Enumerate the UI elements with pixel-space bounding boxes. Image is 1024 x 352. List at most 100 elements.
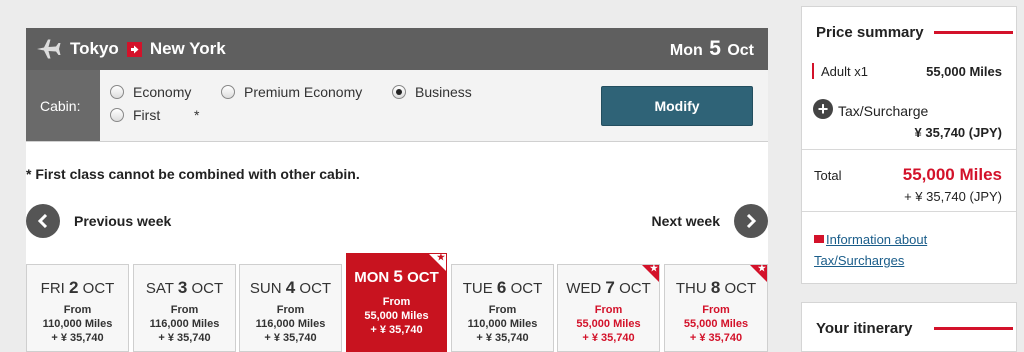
- day-card[interactable]: SAT 3 OCT From 116,000 Miles + ¥ 35,740: [133, 264, 236, 352]
- adult-label: Adult x1: [821, 64, 868, 79]
- tax-info-link-text[interactable]: Information about Tax/Surcharges: [814, 232, 927, 268]
- total-label: Total: [814, 168, 842, 183]
- route-header: Tokyo New York Mon 5 Oct: [26, 28, 768, 70]
- divider: [802, 149, 1016, 150]
- radio-label: Premium Economy: [244, 84, 363, 100]
- star-icon: ★: [436, 252, 445, 262]
- day-number: 8: [710, 278, 721, 297]
- day-weekday: SAT: [145, 280, 174, 297]
- day-card-selected[interactable]: ★ MON 5 OCT From 55,000 Miles + ¥ 35,740: [346, 252, 447, 352]
- fare-tax: + ¥ 35,740: [264, 332, 317, 344]
- cabin-selector: Cabin: Economy Premium Economy Business …: [26, 70, 768, 142]
- tax-label: Tax/Surcharge: [838, 103, 929, 119]
- destination-city: New York: [149, 39, 226, 58]
- day-month: OCT: [299, 280, 332, 297]
- fare-miles: 55,000 Miles: [683, 318, 749, 330]
- fare-from: From: [594, 304, 623, 316]
- day-number: 2: [69, 278, 79, 297]
- day-weekday: THU: [675, 280, 707, 297]
- day-card[interactable]: FRI 2 OCT From 110,000 Miles + ¥ 35,740: [26, 264, 129, 352]
- route-arrow-icon: [126, 41, 142, 57]
- fare-from: From: [276, 304, 305, 316]
- day-card[interactable]: TUE 6 OCT From 110,000 Miles + ¥ 35,740: [451, 264, 554, 352]
- previous-week-link[interactable]: Previous week: [26, 204, 171, 238]
- itinerary-panel: Your itinerary: [801, 302, 1017, 352]
- day-weekday: WED: [566, 280, 602, 297]
- fare-from: From: [63, 304, 92, 316]
- route-date: Mon 5 Oct: [670, 37, 754, 61]
- previous-week-label[interactable]: Previous week: [74, 213, 171, 229]
- fare-from: From: [382, 296, 411, 308]
- total-tax: + ¥ 35,740 (JPY): [904, 189, 1002, 204]
- first-class-asterisk: *: [194, 107, 200, 123]
- day-month: OCT: [724, 280, 757, 297]
- day-card[interactable]: ★ THU 8 OCT From 55,000 Miles + ¥ 35,740: [664, 263, 768, 352]
- radio-first[interactable]: First: [110, 107, 160, 123]
- itinerary-title: Your itinerary: [816, 320, 917, 337]
- radio-economy[interactable]: Economy: [110, 84, 191, 100]
- radio-dot[interactable]: [110, 108, 124, 122]
- fare-miles: 116,000 Miles: [149, 318, 220, 330]
- route-weekday: Mon: [669, 42, 703, 59]
- cabin-label: Cabin:: [26, 70, 100, 141]
- radio-label: First: [133, 107, 161, 123]
- fare-tax: + ¥ 35,740: [370, 324, 423, 336]
- adult-miles: 55,000 Miles: [926, 64, 1002, 79]
- origin-city: Tokyo: [70, 39, 119, 58]
- fare-miles: 55,000 Miles: [576, 318, 641, 330]
- fare-miles: 55,000 Miles: [364, 310, 429, 322]
- fare-miles: 116,000 Miles: [255, 318, 326, 330]
- total-miles: 55,000 Miles: [902, 165, 1002, 184]
- day-number: 5: [393, 267, 403, 286]
- price-summary-panel: Price summary Adult x1 55,000 Miles + Ta…: [801, 6, 1017, 284]
- day-number: 6: [496, 278, 507, 297]
- price-summary-title: Price summary: [816, 24, 928, 41]
- day-card[interactable]: SUN 4 OCT From 116,000 Miles + ¥ 35,740: [239, 264, 342, 352]
- fare-from: From: [488, 304, 517, 316]
- plus-icon[interactable]: +: [813, 99, 833, 119]
- radio-dot-selected[interactable]: [392, 85, 406, 99]
- title-accent-line: [934, 31, 1013, 34]
- tax-value: ¥ 35,740 (JPY): [914, 125, 1002, 140]
- route-month: Oct: [727, 42, 754, 59]
- first-class-note: * First class cannot be combined with ot…: [26, 166, 360, 182]
- next-week-link[interactable]: Next week: [652, 204, 768, 238]
- fare-from: From: [170, 304, 199, 316]
- day-number: 4: [285, 278, 296, 297]
- radio-label: Business: [415, 84, 472, 100]
- day-weekday: FRI: [40, 280, 65, 297]
- day-number: 7: [605, 278, 615, 297]
- fare-miles: 110,000 Miles: [42, 318, 113, 330]
- star-icon: ★: [649, 263, 658, 273]
- adult-marker: [812, 63, 814, 79]
- day-weekday: MON: [354, 269, 390, 286]
- fare-from: From: [702, 304, 730, 316]
- fare-miles: 110,000 Miles: [467, 318, 538, 330]
- day-month: OCT: [82, 280, 115, 297]
- day-month: OCT: [619, 280, 651, 297]
- modify-button[interactable]: Modify: [601, 86, 753, 126]
- tax-info-link[interactable]: Information about Tax/Surcharges: [814, 229, 950, 271]
- radio-premium-economy[interactable]: Premium Economy: [221, 84, 362, 100]
- day-month: OCT: [407, 269, 439, 286]
- route-day: 5: [709, 37, 721, 60]
- fare-tax: + ¥ 35,740: [51, 332, 104, 344]
- fare-tax: + ¥ 35,740: [582, 332, 635, 344]
- day-weekday: TUE: [462, 280, 493, 297]
- day-weekday: SUN: [249, 280, 282, 297]
- day-number: 3: [177, 278, 188, 297]
- fare-tax: + ¥ 35,740: [689, 332, 743, 344]
- radio-business[interactable]: Business: [392, 84, 472, 100]
- divider: [802, 211, 1016, 212]
- fare-tax: + ¥ 35,740: [476, 332, 529, 344]
- title-accent-line: [934, 327, 1013, 330]
- airplane-icon: [37, 39, 61, 59]
- next-week-label[interactable]: Next week: [652, 213, 720, 229]
- day-card[interactable]: ★ WED 7 OCT From 55,000 Miles + ¥ 35,740: [557, 263, 660, 352]
- radio-dot[interactable]: [110, 85, 124, 99]
- chevron-left-icon[interactable]: [26, 204, 60, 238]
- radio-dot[interactable]: [221, 85, 235, 99]
- star-icon: ★: [757, 263, 766, 273]
- chevron-right-icon[interactable]: [734, 204, 768, 238]
- day-month: OCT: [510, 280, 543, 297]
